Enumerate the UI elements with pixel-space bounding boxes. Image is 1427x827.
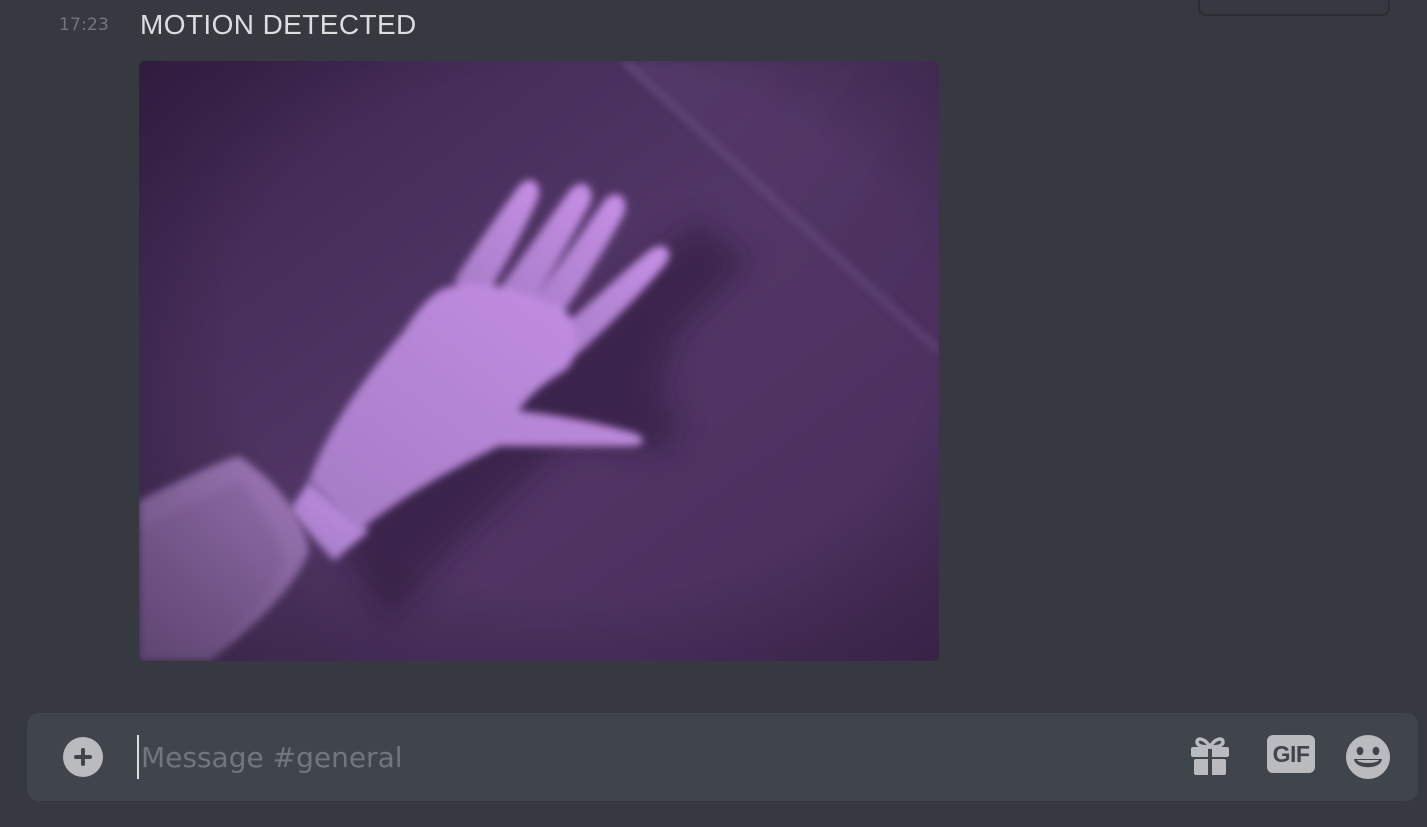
top-right-panel-edge bbox=[1198, 0, 1390, 16]
plus-circle-icon[interactable] bbox=[63, 737, 103, 777]
message-input[interactable] bbox=[137, 735, 1157, 779]
attachment-image bbox=[139, 61, 939, 661]
image-attachment[interactable] bbox=[139, 61, 939, 661]
gif-icon[interactable]: GIF bbox=[1267, 735, 1315, 773]
message-timestamp: 17:23 bbox=[59, 15, 109, 35]
message-content: MOTION DETECTED bbox=[140, 9, 417, 40]
emoji-icon[interactable] bbox=[1345, 734, 1391, 780]
message-composer: GIF bbox=[27, 713, 1418, 801]
chat-view: 17:23 MOTION DETECTED Message #general G… bbox=[0, 0, 1427, 827]
gift-icon[interactable] bbox=[1189, 735, 1231, 777]
